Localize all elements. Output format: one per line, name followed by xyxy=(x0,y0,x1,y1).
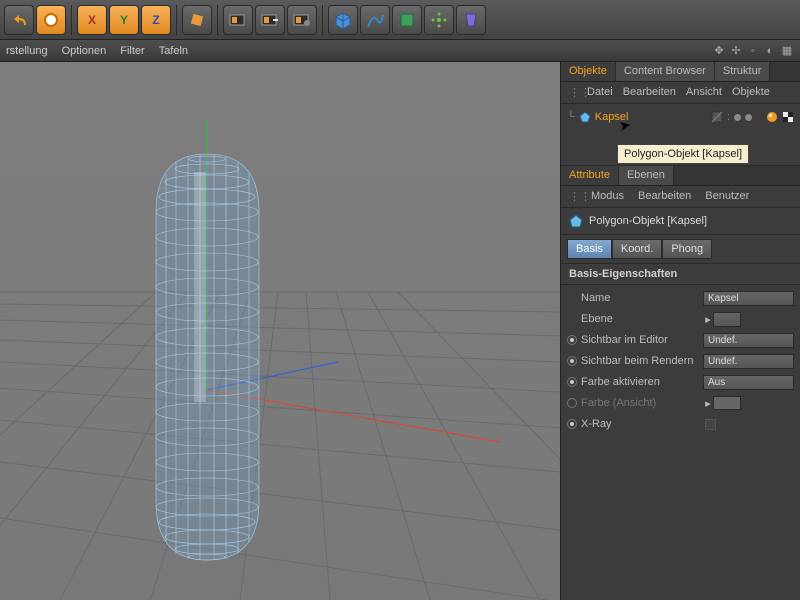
prop-xray: X-Ray xyxy=(567,415,794,433)
prop-render-visibility: Sichtbar beim Rendern Undef. xyxy=(567,352,794,370)
object-manager-tabs: Objekte Content Browser Struktur xyxy=(561,62,800,82)
om-menu-objekte[interactable]: Objekte xyxy=(732,86,770,99)
tab-objekte[interactable]: Objekte xyxy=(561,62,616,81)
tooltip: Polygon-Objekt [Kapsel] xyxy=(617,144,749,164)
color-swatch[interactable] xyxy=(713,396,741,410)
attr-menu-benutzer[interactable]: Benutzer xyxy=(705,190,749,203)
object-tree-row[interactable]: └ Kapsel : xyxy=(567,108,794,126)
render-view-button[interactable] xyxy=(223,5,253,35)
vp-orbit-icon[interactable]: ◐ xyxy=(763,44,777,58)
vp-config-icon[interactable]: ✥ xyxy=(712,44,726,58)
undo-button[interactable] xyxy=(4,5,34,35)
editor-visibility-dropdown[interactable]: Undef. xyxy=(703,333,794,348)
menu-tafeln[interactable]: Tafeln xyxy=(159,45,188,57)
deformer-button[interactable] xyxy=(456,5,486,35)
axis-y-button[interactable]: Y xyxy=(109,5,139,35)
texture-tag-icon[interactable] xyxy=(782,111,794,123)
menu-darstellung[interactable]: rstellung xyxy=(6,45,48,57)
object-manager-menu: ⋮⋮ Datei Bearbeiten Ansicht Objekte xyxy=(561,82,800,104)
om-menu-ansicht[interactable]: Ansicht xyxy=(686,86,722,99)
prop-editor-visibility: Sichtbar im Editor Undef. xyxy=(567,331,794,349)
polygon-object-icon xyxy=(579,111,591,123)
vp-zoom-icon[interactable]: ◦ xyxy=(746,44,760,58)
radio-icon[interactable] xyxy=(567,377,577,387)
radio-icon[interactable] xyxy=(567,356,577,366)
attribute-title: Polygon-Objekt [Kapsel] xyxy=(561,208,800,235)
array-button[interactable] xyxy=(424,5,454,35)
right-panel: Objekte Content Browser Struktur ⋮⋮ Date… xyxy=(560,62,800,600)
menu-filter[interactable]: Filter xyxy=(120,45,144,57)
render-settings-button[interactable] xyxy=(287,5,317,35)
divider xyxy=(176,5,177,35)
layer-field[interactable] xyxy=(713,312,741,327)
main-toolbar: X Y Z xyxy=(0,0,800,40)
divider xyxy=(71,5,72,35)
prop-farbe-aktivieren: Farbe aktivieren Aus xyxy=(567,373,794,391)
menu-optionen[interactable]: Optionen xyxy=(62,45,107,57)
live-select-button[interactable] xyxy=(36,5,66,35)
subtab-phong[interactable]: Phong xyxy=(662,239,712,259)
tab-ebenen[interactable]: Ebenen xyxy=(619,166,674,185)
visibility-render-dot[interactable] xyxy=(745,114,752,121)
polygon-object-icon xyxy=(569,214,583,228)
render-picture-button[interactable] xyxy=(255,5,285,35)
color-enable-dropdown[interactable]: Aus xyxy=(703,375,794,390)
axis-x-button[interactable]: X xyxy=(77,5,107,35)
attr-menu-bearbeiten[interactable]: Bearbeiten xyxy=(638,190,691,203)
cursor-icon: ➤ xyxy=(618,116,633,135)
spline-button[interactable] xyxy=(360,5,390,35)
prop-name: Name Kapsel xyxy=(567,289,794,307)
subtab-basis[interactable]: Basis xyxy=(567,239,612,259)
object-tree[interactable]: └ Kapsel : ➤ Polygon-Objekt [Kapsel] xyxy=(561,104,800,166)
attribute-subtabs: Basis Koord. Phong xyxy=(561,235,800,264)
tab-attribute[interactable]: Attribute xyxy=(561,166,619,185)
nurbs-button[interactable] xyxy=(392,5,422,35)
prop-farbe-ansicht: Farbe (Ansicht) ▸ xyxy=(567,394,794,412)
phong-tag-icon[interactable] xyxy=(766,111,778,123)
om-menu-datei[interactable]: Datei xyxy=(587,86,613,99)
subtab-koord[interactable]: Koord. xyxy=(612,239,662,259)
layer-slot-icon[interactable] xyxy=(711,111,723,123)
attribute-tabs: Attribute Ebenen xyxy=(561,166,800,186)
vp-layout-icon[interactable]: ▦ xyxy=(780,44,794,58)
render-visibility-dropdown[interactable]: Undef. xyxy=(703,354,794,369)
viewport-widget-icons: ✥ ✢ ◦ ◐ ▦ xyxy=(712,44,794,58)
vp-pan-icon[interactable]: ✢ xyxy=(729,44,743,58)
prop-ebene: Ebene ▸ xyxy=(567,310,794,328)
capsule-object xyxy=(156,154,259,560)
om-menu-bearbeiten[interactable]: Bearbeiten xyxy=(623,86,676,99)
radio-icon[interactable] xyxy=(567,335,577,345)
tab-struktur[interactable]: Struktur xyxy=(715,62,771,81)
name-field[interactable]: Kapsel xyxy=(703,291,794,306)
viewport-3d[interactable] xyxy=(0,62,560,600)
viewport-menubar: rstellung Optionen Filter Tafeln ✥ ✢ ◦ ◐… xyxy=(0,40,800,62)
visibility-editor-dot[interactable] xyxy=(734,114,741,121)
axis-z-button[interactable]: Z xyxy=(141,5,171,35)
tab-content-browser[interactable]: Content Browser xyxy=(616,62,715,81)
radio-icon[interactable] xyxy=(567,419,577,429)
attr-menu-modus[interactable]: Modus xyxy=(591,190,624,203)
coord-system-button[interactable] xyxy=(182,5,212,35)
attribute-menu: ⋮⋮ Modus Bearbeiten Benutzer xyxy=(561,186,800,208)
attribute-title-text: Polygon-Objekt [Kapsel] xyxy=(589,215,707,227)
property-list: Name Kapsel Ebene ▸ Sichtbar im Editor U… xyxy=(561,285,800,437)
xray-checkbox[interactable] xyxy=(705,419,716,430)
cube-primitive-button[interactable] xyxy=(328,5,358,35)
viewport-canvas xyxy=(0,62,560,600)
tree-branch-icon: └ xyxy=(567,111,575,123)
radio-icon[interactable] xyxy=(567,398,577,408)
section-title: Basis-Eigenschaften xyxy=(561,264,800,285)
divider xyxy=(217,5,218,35)
divider xyxy=(322,5,323,35)
